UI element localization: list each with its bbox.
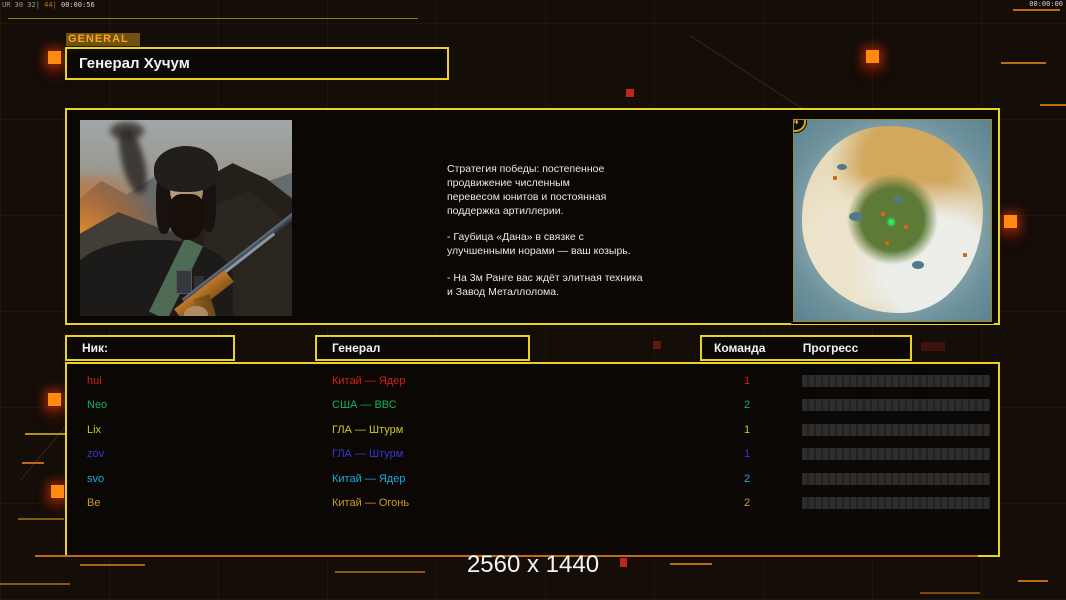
- header-general-label: Генерал: [332, 341, 380, 355]
- player-table-body: hui Китай — Ядер 1 Neo США — ВВС 2 Lix Г…: [67, 369, 998, 515]
- portrait-turban: [154, 146, 218, 192]
- debug-token: UR 30 32|: [2, 1, 40, 9]
- header-general: Генерал: [315, 335, 530, 361]
- map-lake: [912, 261, 924, 269]
- player-nick: hui: [87, 369, 102, 393]
- player-team: 1: [735, 442, 759, 466]
- player-team: 1: [735, 369, 759, 393]
- header-team-progress: Команда Прогресс: [700, 335, 912, 361]
- strategy-paragraph: Стратегия победы: постепенное продвижени…: [447, 163, 707, 218]
- match-timer: 00:00:00: [1029, 0, 1063, 8]
- decor-line: [18, 518, 64, 520]
- decor-line: [1013, 9, 1060, 11]
- decor-line: [1018, 580, 1048, 582]
- player-progress-bar: [802, 448, 990, 460]
- table-row: svo Китай — Ядер 2: [67, 467, 998, 491]
- decor-line: [0, 583, 70, 585]
- player-general: Китай — Ядер: [332, 369, 405, 393]
- portrait-beard: [168, 194, 205, 240]
- strategy-text: Стратегия победы: постепенное продвижени…: [447, 163, 707, 313]
- table-row: hui Китай — Ядер 1: [67, 369, 998, 393]
- header-nick: Ник:: [65, 335, 235, 361]
- decor-red-square: [626, 89, 634, 97]
- portrait-pouch: [176, 270, 192, 294]
- decor-line: [25, 433, 65, 435]
- general-portrait: [80, 120, 292, 316]
- player-progress-bar: [802, 473, 990, 485]
- player-general: ГЛА — Штурм: [332, 442, 403, 466]
- decor-square: [1004, 215, 1017, 228]
- map-preview: ✸ 2 5 6 1 3 4: [793, 119, 992, 322]
- general-info-panel: Стратегия победы: постепенное продвижени…: [65, 108, 1000, 325]
- player-nick: Be: [87, 491, 100, 515]
- player-team: 2: [735, 491, 759, 515]
- loading-screen: UR 30 32| 44| 00:00:56 00:00:00 GENERAL …: [0, 0, 1066, 600]
- debug-token: 00:00:56: [61, 1, 95, 9]
- table-row: Be Китай — Огонь 2: [67, 491, 998, 515]
- strategy-paragraph: - На 3м Ранге вас ждёт элитная техника и…: [447, 272, 707, 300]
- portrait-eye: [176, 186, 180, 188]
- decor-line: [920, 592, 980, 594]
- header-progress-label: Прогресс: [803, 341, 858, 355]
- decor-line: [1001, 62, 1046, 64]
- table-row: Lix ГЛА — Штурм 1: [67, 418, 998, 442]
- debug-token: 44|: [44, 1, 57, 9]
- decor-red-patch: [921, 342, 945, 351]
- map-resource-dot: [904, 225, 908, 229]
- decor-line: [22, 462, 44, 464]
- decor-red-square: [653, 341, 661, 349]
- player-general: Китай — Ядер: [332, 467, 405, 491]
- player-nick: Lix: [87, 418, 101, 442]
- decor-square: [48, 51, 61, 64]
- strategy-paragraph: - Гаубица «Дана» в связке с улучшенными …: [447, 231, 707, 259]
- resolution-label: 2560 x 1440: [433, 551, 633, 579]
- decor-line: [80, 564, 145, 566]
- decor-line: [8, 18, 418, 19]
- player-general: Китай — Огонь: [332, 491, 409, 515]
- player-team: 1: [735, 418, 759, 442]
- decor-line: [335, 571, 425, 573]
- decor-square: [866, 50, 879, 63]
- player-team: 2: [735, 467, 759, 491]
- portrait-head: [154, 146, 218, 232]
- debug-readout: UR 30 32| 44| 00:00:56: [2, 1, 95, 9]
- decor-square: [51, 485, 64, 498]
- general-name: Генерал Хучум: [79, 55, 190, 72]
- map-player-star-icon: ✸: [887, 218, 896, 229]
- decor-line: [670, 563, 712, 565]
- player-nick: svo: [87, 467, 104, 491]
- map-resource-dot: [881, 212, 885, 216]
- player-table: hui Китай — Ядер 1 Neo США — ВВС 2 Lix Г…: [65, 362, 1000, 557]
- player-nick: zov: [87, 442, 104, 466]
- tab-general[interactable]: GENERAL: [66, 33, 140, 47]
- portrait-hand: [184, 306, 208, 316]
- table-row: zov ГЛА — Штурм 1: [67, 442, 998, 466]
- player-team: 2: [735, 393, 759, 417]
- portrait-eye: [190, 186, 194, 188]
- player-progress-bar: [802, 424, 990, 436]
- map-start-position-marker: 4: [793, 119, 806, 132]
- player-nick: Neo: [87, 393, 107, 417]
- map-resource-dot: [963, 253, 967, 257]
- player-progress-bar: [802, 399, 990, 411]
- decor-line: [1040, 104, 1066, 106]
- general-title-box: Генерал Хучум: [65, 47, 449, 80]
- player-progress-bar: [802, 497, 990, 509]
- player-general: США — ВВС: [332, 393, 397, 417]
- player-progress-bar: [802, 375, 990, 387]
- header-nick-label: Ник:: [82, 341, 108, 355]
- player-general: ГЛА — Штурм: [332, 418, 403, 442]
- decor-square: [48, 393, 61, 406]
- header-team-label: Команда: [714, 341, 765, 355]
- map-resource-dot: [885, 241, 889, 245]
- table-row: Neo США — ВВС 2: [67, 393, 998, 417]
